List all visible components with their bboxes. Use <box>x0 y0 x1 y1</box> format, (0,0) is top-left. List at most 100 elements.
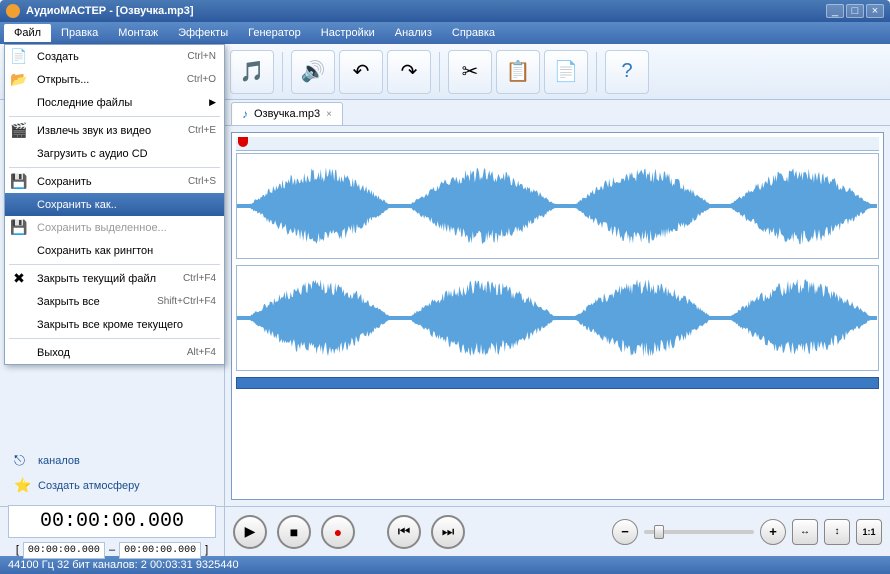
file-tab[interactable]: ♪ Озвучка.mp3 × <box>231 102 343 125</box>
menu-item-5[interactable]: 💾СохранитьCtrl+S <box>5 170 224 193</box>
fit-vertical-button[interactable]: ↕ <box>824 519 850 545</box>
zoom-in-button[interactable]: + <box>760 519 786 545</box>
menu-item-2[interactable]: Последние файлы▶ <box>5 91 224 114</box>
time-sep: – <box>109 544 115 556</box>
minimize-button[interactable]: _ <box>826 4 844 18</box>
menu-item-shortcut: Ctrl+E <box>188 125 216 136</box>
submenu-arrow-icon: ▶ <box>209 97 216 108</box>
menu-item-icon <box>9 242 29 260</box>
menu-item-icon: 🎬 <box>9 122 29 140</box>
menu-item-icon <box>9 344 29 362</box>
menu-item-icon: 📄 <box>9 48 29 66</box>
zoom-slider[interactable] <box>644 530 754 534</box>
bottom-panel: 00:00:00.000 [ 00:00:00.000 – 00:00:00.0… <box>0 506 890 556</box>
skip-start-button[interactable]: ⏮ <box>387 515 421 549</box>
waveform-area[interactable] <box>231 132 884 500</box>
menu-item-icon <box>9 293 29 311</box>
close-button[interactable]: × <box>866 4 884 18</box>
menu-montage[interactable]: Монтаж <box>108 24 168 42</box>
window-controls: _ □ × <box>826 4 884 18</box>
menubar: Файл Правка Монтаж Эффекты Генератор Нас… <box>0 22 890 44</box>
menu-analyze[interactable]: Анализ <box>385 24 442 42</box>
tab-bar: ♪ Озвучка.mp3 × <box>225 100 890 126</box>
menu-help[interactable]: Справка <box>442 24 505 42</box>
separator <box>282 52 283 92</box>
menu-item-0[interactable]: 📄 СоздатьCtrl+N <box>5 45 224 68</box>
music-note-icon: ♪ <box>242 107 248 121</box>
maximize-button[interactable]: □ <box>846 4 864 18</box>
bracket: [ <box>16 544 19 556</box>
tool-paste-icon[interactable]: 📄 <box>544 50 588 94</box>
transport-controls: ▶ ■ ● ⏮ ⏭ − + ↔ ↕ 1:1 <box>225 507 890 556</box>
sidebar-atmosphere[interactable]: ⭐ Создать атмосферу <box>8 473 216 498</box>
time-panel: 00:00:00.000 [ 00:00:00.000 – 00:00:00.0… <box>0 507 225 556</box>
tab-close-icon[interactable]: × <box>326 109 332 120</box>
play-button[interactable]: ▶ <box>233 515 267 549</box>
menu-item-label: Закрыть текущий файл <box>37 273 183 285</box>
menu-item-icon: ✖ <box>9 270 29 288</box>
app-icon <box>6 4 20 18</box>
menu-item-3[interactable]: 🎬 Извлечь звук из видеоCtrl+E <box>5 119 224 142</box>
menu-item-shortcut: Ctrl+F4 <box>183 273 216 284</box>
playhead-marker[interactable] <box>238 137 248 147</box>
menu-item-icon <box>9 316 29 334</box>
statusbar: 44100 Гц 32 бит каналов: 2 00:03:31 9325… <box>0 556 890 574</box>
tool-cut-icon[interactable]: ✂ <box>448 50 492 94</box>
window-title: АудиоМАСТЕР - [Озвучка.mp3] <box>26 5 826 17</box>
menu-item-label: Извлечь звук из видео <box>37 125 188 137</box>
record-button[interactable]: ● <box>321 515 355 549</box>
tool-undo-icon[interactable]: ↶ <box>339 50 383 94</box>
menu-item-9[interactable]: ✖ Закрыть текущий файлCtrl+F4 <box>5 267 224 290</box>
menu-file[interactable]: Файл <box>4 24 51 42</box>
sidebar-channels[interactable]: ⎋ каналов <box>8 448 216 473</box>
menu-item-4[interactable]: Загрузить с аудио CD <box>5 142 224 165</box>
menu-item-label: Сохранить выделенное... <box>37 222 216 234</box>
menu-item-shortcut: Ctrl+O <box>187 74 216 85</box>
waveform-channel-left[interactable] <box>236 153 879 259</box>
menu-item-1[interactable]: 📂Открыть...Ctrl+O <box>5 68 224 91</box>
tool-help-icon[interactable]: ? <box>605 50 649 94</box>
atmosphere-icon: ⭐ <box>14 477 32 494</box>
zoom-reset-button[interactable]: 1:1 <box>856 519 882 545</box>
tool-music-icon[interactable]: 🎵 <box>230 50 274 94</box>
bracket: ] <box>205 544 208 556</box>
menu-item-shortcut: Shift+Ctrl+F4 <box>157 296 216 307</box>
menu-edit[interactable]: Правка <box>51 24 108 42</box>
menu-separator <box>9 116 220 117</box>
zoom-out-button[interactable]: − <box>612 519 638 545</box>
content: ♪ Озвучка.mp3 × <box>225 100 890 506</box>
waveform-channel-right[interactable] <box>236 265 879 371</box>
menu-item-8[interactable]: Сохранить как рингтон <box>5 239 224 262</box>
menu-item-12[interactable]: ВыходAlt+F4 <box>5 341 224 364</box>
menu-item-icon: 📂 <box>9 71 29 89</box>
skip-end-button[interactable]: ⏭ <box>431 515 465 549</box>
channels-icon: ⎋ <box>14 452 32 469</box>
menu-separator <box>9 167 220 168</box>
menu-item-icon: 💾 <box>9 219 29 237</box>
titlebar: АудиоМАСТЕР - [Озвучка.mp3] _ □ × <box>0 0 890 22</box>
zoom-thumb[interactable] <box>654 525 664 539</box>
menu-item-11[interactable]: Закрыть все кроме текущего <box>5 313 224 336</box>
menu-generator[interactable]: Генератор <box>238 24 311 42</box>
menu-effects[interactable]: Эффекты <box>168 24 238 42</box>
menu-settings[interactable]: Настройки <box>311 24 385 42</box>
menu-item-10[interactable]: Закрыть всеShift+Ctrl+F4 <box>5 290 224 313</box>
menu-item-shortcut: Ctrl+N <box>187 51 216 62</box>
menu-separator <box>9 264 220 265</box>
tool-copy-icon[interactable]: 📋 <box>496 50 540 94</box>
menu-item-icon <box>9 94 29 112</box>
menu-item-label: Сохранить как рингтон <box>37 245 216 257</box>
tool-sound-icon[interactable]: 🔊 <box>291 50 335 94</box>
timeline-ruler[interactable] <box>236 137 879 151</box>
menu-item-label: Закрыть все кроме текущего <box>37 319 216 331</box>
menu-item-icon <box>9 196 29 214</box>
overview-track[interactable] <box>236 377 879 389</box>
stop-button[interactable]: ■ <box>277 515 311 549</box>
time-end[interactable]: 00:00:00.000 <box>119 542 201 559</box>
menu-item-label: Создать <box>37 51 187 63</box>
menu-item-6[interactable]: Сохранить как.. <box>5 193 224 216</box>
menu-item-7: 💾 Сохранить выделенное... <box>5 216 224 239</box>
tool-redo-icon[interactable]: ↷ <box>387 50 431 94</box>
fit-horizontal-button[interactable]: ↔ <box>792 519 818 545</box>
time-start[interactable]: 00:00:00.000 <box>23 542 105 559</box>
